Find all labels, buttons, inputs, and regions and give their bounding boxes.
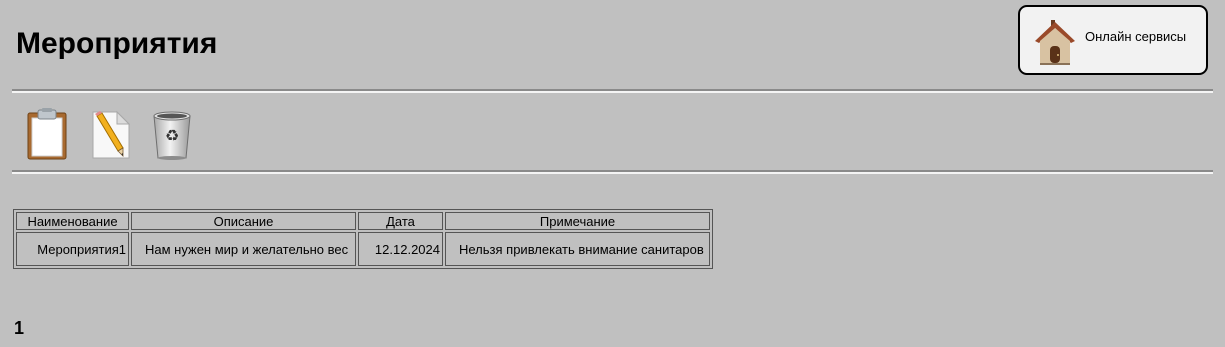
delete-button[interactable]: ♻ [148, 108, 196, 162]
column-header-description[interactable]: Описание [131, 212, 356, 230]
events-table: Наименование Описание Дата Примечание Ме… [13, 209, 713, 269]
clipboard-icon [27, 108, 67, 160]
toolbar-top-divider [12, 89, 1213, 93]
cell-date: 12.12.2024 [358, 232, 443, 266]
cell-name: Мероприятия1 [16, 232, 129, 266]
pagination-current-page[interactable]: 1 [14, 318, 24, 339]
cell-note: Нельзя привлекать внимание санитаров [445, 232, 710, 266]
house-icon [1035, 20, 1075, 65]
toolbar-bottom-divider [12, 170, 1213, 174]
svg-text:♻: ♻ [165, 126, 179, 145]
add-button[interactable] [24, 108, 72, 162]
page: Мероприятия Онлайн сервисы ♻ Наименовани… [0, 0, 1225, 347]
page-title: Мероприятия [16, 27, 218, 60]
online-services-label: Онлайн сервисы [1085, 29, 1187, 44]
online-services-button[interactable]: Онлайн сервисы [1018, 5, 1208, 75]
table-header-row: Наименование Описание Дата Примечание [16, 212, 710, 230]
cell-description: Нам нужен мир и желательно вес [131, 232, 356, 266]
pencil-document-icon [92, 110, 131, 159]
edit-button[interactable] [87, 108, 135, 162]
table-row[interactable]: Мероприятия1 Нам нужен мир и желательно … [16, 232, 710, 266]
column-header-name[interactable]: Наименование [16, 212, 129, 230]
column-header-date[interactable]: Дата [358, 212, 443, 230]
column-header-note[interactable]: Примечание [445, 212, 710, 230]
recycle-bin-icon: ♻ [153, 111, 191, 160]
